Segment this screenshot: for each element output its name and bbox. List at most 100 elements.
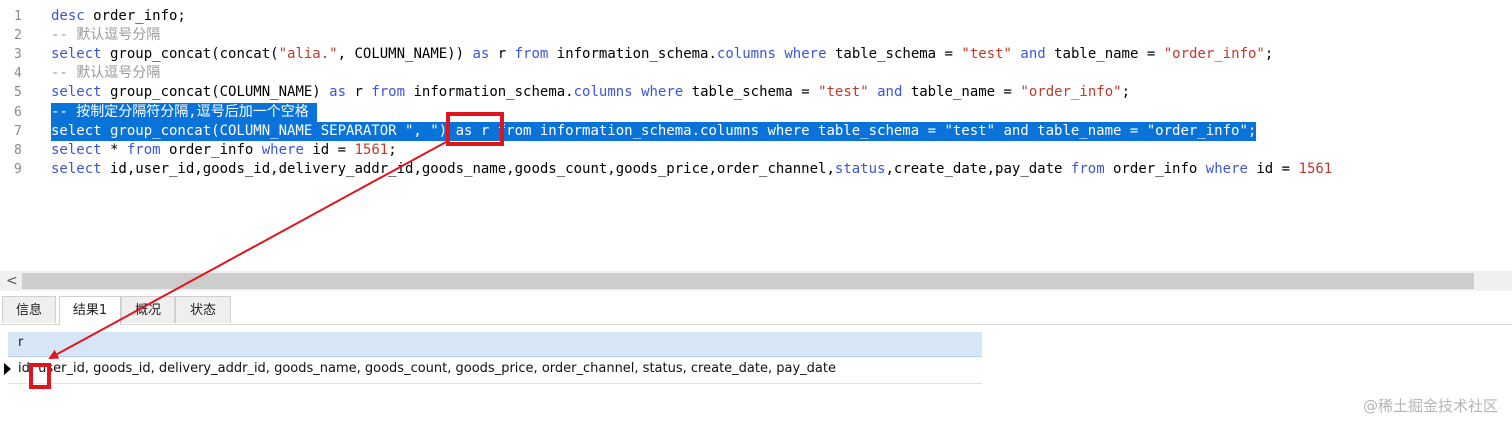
code-token: "order_info" [1163,46,1265,62]
code-token: from [1070,161,1105,177]
line-number: 6 [14,105,22,120]
code-text[interactable]: select id,user_id,goods_id,delivery_addr… [51,160,1332,179]
tab-status[interactable]: 状态 [175,296,231,323]
line-number: 5 [14,85,22,100]
code-token: -- 默认逗号分隔 [51,27,161,43]
line-number: 8 [14,143,22,158]
code-token: where [641,84,684,100]
code-token: group_concat(concat( [101,46,279,62]
table-row[interactable]: id, user_id, goods_id, delivery_addr_id,… [4,357,982,384]
code-token: select [51,161,102,177]
code-line[interactable]: 1 desc order_info; [0,7,1512,26]
scroll-left-icon[interactable]: < [6,271,18,291]
code-token: desc [51,8,85,24]
code-token: ; [388,142,397,158]
code-token: table_schema = [683,84,819,100]
code-line[interactable]: 2 -- 默认逗号分隔 [0,26,1512,45]
line-number: 2 [14,28,22,43]
code-token: "alia." [278,46,338,62]
code-token: from [371,84,406,100]
code-token: id,user_id,goods_id,delivery_addr_id,goo… [101,161,835,177]
line-number: 1 [14,9,22,24]
code-token: table_name = [902,84,1021,100]
tab-result1[interactable]: 结果1 [59,296,121,325]
tab-info[interactable]: 信息 [2,296,56,323]
code-token: where [261,142,304,158]
code-line[interactable]: 4 -- 默认逗号分隔 [0,64,1512,83]
code-token: information_schema. [548,46,717,62]
code-token: order_info; [84,8,186,24]
row-pointer-icon [4,363,11,375]
horizontal-scrollbar[interactable]: < [0,271,1512,291]
code-token: r [346,84,372,100]
code-token: * [101,142,127,158]
code-token: id = [303,142,355,158]
code-token: r [489,46,515,62]
result-grid: r id, user_id, goods_id, delivery_addr_i… [4,332,982,384]
code-token: table_name = [1045,46,1164,62]
code-text[interactable]: -- 默认逗号分隔 [51,26,160,45]
separator-highlight-box [446,112,504,146]
code-token: "test" [961,46,1012,62]
code-token: -- 默认逗号分隔 [51,65,161,81]
code-token: and [877,84,903,100]
code-token: "order_info" [1020,84,1122,100]
line-number: 4 [14,66,22,81]
code-token: table_schema = [826,46,962,62]
scrollbar-thumb[interactable] [22,273,1474,289]
line-number: 7 [14,124,22,139]
code-token: ; [1121,84,1130,100]
watermark: @稀土掘金技术社区 [1362,397,1498,415]
line-number: 3 [14,47,22,62]
code-token: ,create_date,pay_date [885,161,1071,177]
code-token: as [472,46,490,62]
tab-profile[interactable]: 概况 [121,296,175,323]
code-token: group_concat(COLUMN_NAME) [101,84,330,100]
code-text[interactable]: -- 默认逗号分隔 [51,64,160,83]
code-token: order_info [160,142,262,158]
line-number: 9 [14,162,22,177]
code-token: status [834,161,886,177]
code-token: where [1205,161,1248,177]
result-separator-highlight-box [29,363,51,389]
code-text[interactable]: select group_concat(concat("alia.", COLU… [51,45,1273,64]
code-token: select group_concat(COLUMN_NAME SEPARATO… [51,123,1257,139]
code-token: -- 按制定分隔符分隔,逗号后加一个空格 [51,104,318,120]
sql-editor[interactable]: 1 desc order_info; 2 -- 默认逗号分隔 3 select group… [0,0,1512,270]
column-header-label: r [18,335,24,350]
code-text[interactable]: desc order_info; [51,7,186,26]
code-text[interactable]: select group_concat(COLUMN_NAME) as r fr… [51,83,1130,102]
code-token: from [126,142,161,158]
code-token: id = [1247,161,1299,177]
code-token: select [51,84,102,100]
result-tabs: 信息 结果1 概况 状态 [0,296,1512,325]
code-token: 1561 [354,142,389,158]
code-text[interactable]: select group_concat(COLUMN_NAME SEPARATO… [51,122,1257,141]
code-line[interactable]: 7 select group_concat(COLUMN_NAME SEPARAT… [0,122,1512,141]
code-token: columns [573,84,633,100]
code-token: columns [716,46,776,62]
code-token: select [51,142,102,158]
code-token: information_schema. [405,84,574,100]
code-line[interactable]: 8 select * from order_info where id = 156… [0,141,1512,160]
code-token: ; [1264,46,1274,62]
code-token: select [51,46,102,62]
code-text[interactable]: -- 按制定分隔符分隔,逗号后加一个空格 [51,103,318,122]
code-token: and [1020,46,1046,62]
code-line[interactable]: 5 select group_concat(COLUMN_NAME) as r f… [0,83,1512,102]
code-token: order_info [1104,161,1206,177]
code-token: as [329,84,347,100]
code-line[interactable]: 9 select id,user_id,goods_id,delivery_add… [0,160,1512,179]
code-text[interactable]: select * from order_info where id = 1561… [51,141,397,160]
table-cell[interactable]: id, user_id, goods_id, delivery_addr_id,… [18,361,836,376]
column-header[interactable]: r [8,332,982,357]
code-token: , COLUMN_NAME)) [337,46,473,62]
code-line[interactable]: 6 -- 按制定分隔符分隔,逗号后加一个空格 [0,103,1512,122]
code-token: from [514,46,549,62]
code-token: "test" [818,84,869,100]
code-token: where [784,46,827,62]
code-token: 1561 [1298,161,1333,177]
code-line[interactable]: 3 select group_concat(concat("alia.", COL… [0,45,1512,64]
